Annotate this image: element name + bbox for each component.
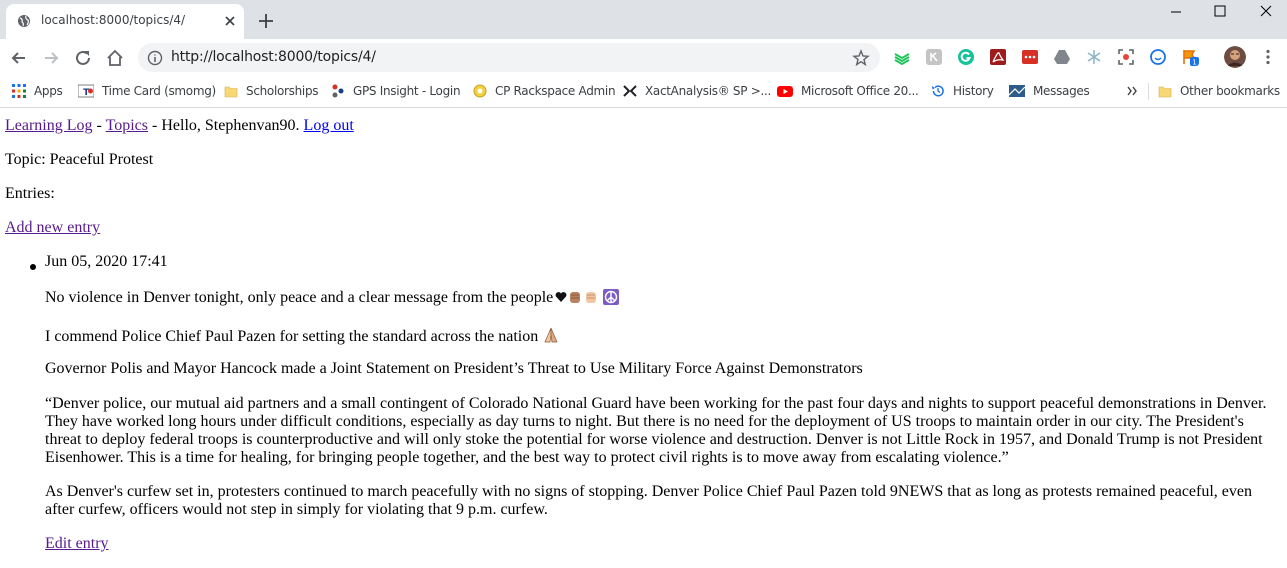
- folder-icon: [224, 86, 238, 98]
- new-tab-icon[interactable]: [257, 12, 275, 30]
- entry-date: Jun 05, 2020 17:41: [45, 253, 168, 270]
- red-extension-icon[interactable]: [1021, 48, 1039, 66]
- bookmark-label: Time Card (smomg): [102, 84, 216, 98]
- browser-toolbar: http://localhost:8000/topics/4/ 1: [0, 39, 1287, 76]
- bookmark-label: XactAnalysis® SP >...: [645, 84, 771, 98]
- paragraph-line: Eisenhower. This is a time for healing, …: [45, 449, 1009, 466]
- tab-title: localhost:8000/topics/4/: [41, 13, 186, 27]
- logout-link[interactable]: Log out: [304, 117, 354, 134]
- close-window-icon[interactable]: [1256, 4, 1276, 20]
- bookmark-other-bookmarks[interactable]: Other bookmarks: [1158, 82, 1280, 100]
- entry-paragraph-1: No violence in Denver tonight, only peac…: [45, 289, 1270, 307]
- address-bar[interactable]: http://localhost:8000/topics/4/: [138, 43, 880, 72]
- reload-icon[interactable]: [73, 48, 93, 68]
- topic-title: Topic: Peaceful Protest: [5, 151, 154, 168]
- bookmark-gps-insight[interactable]: GPS Insight - Login: [331, 82, 461, 100]
- topics-link[interactable]: Topics: [106, 117, 148, 134]
- entry-text: No violence in Denver tonight, only peac…: [45, 289, 554, 306]
- browser-tab[interactable]: localhost:8000/topics/4/: [6, 4, 244, 39]
- nav-separator: -: [92, 117, 106, 134]
- bookmark-label: GPS Insight - Login: [353, 84, 461, 98]
- stack-extension-icon[interactable]: [893, 48, 911, 66]
- page-content: Learning Log - Topics - Hello, Stephenva…: [0, 108, 1287, 568]
- list-bullet: [30, 264, 36, 270]
- close-tab-icon[interactable]: [222, 13, 238, 29]
- add-new-entry-link[interactable]: Add new entry: [5, 219, 100, 236]
- paragraph-line: threat to deploy federal troops is count…: [45, 431, 1263, 448]
- flag-notification-icon[interactable]: 1: [1181, 48, 1199, 66]
- bookmark-scholorships[interactable]: Scholorships: [224, 82, 319, 100]
- kebab-menu-icon[interactable]: [1259, 48, 1277, 66]
- back-arrow-icon[interactable]: [9, 48, 29, 68]
- tab-strip: localhost:8000/topics/4/: [0, 0, 1287, 39]
- entry-curfew-paragraph: As Denver's curfew set in, protesters co…: [45, 483, 1270, 519]
- forward-arrow-icon[interactable]: [41, 48, 61, 68]
- drive-icon[interactable]: [1053, 48, 1071, 66]
- bookmark-label: Apps: [34, 84, 63, 98]
- bookmark-time-card[interactable]: T Time Card (smomg): [78, 82, 216, 100]
- entry-text: I commend Police Chief Paul Pazen for se…: [45, 328, 539, 345]
- gps-insight-icon: [332, 84, 344, 98]
- url-text[interactable]: http://localhost:8000/topics/4/: [171, 49, 376, 65]
- paragraph-line: As Denver's curfew set in, protesters co…: [45, 483, 1253, 500]
- grey-extension-icon[interactable]: [925, 48, 943, 66]
- minimize-icon[interactable]: [1166, 4, 1186, 20]
- raised-fist-icon: [586, 292, 597, 303]
- timecard-icon: T: [78, 84, 94, 98]
- entry-paragraph-2: I commend Police Chief Paul Pazen for se…: [45, 326, 1270, 346]
- bookmark-label: Microsoft Office 20...: [801, 84, 919, 98]
- info-icon[interactable]: [147, 50, 163, 66]
- maximize-icon[interactable]: [1210, 4, 1230, 20]
- paragraph-line: after curfew, officers would not step in…: [45, 501, 548, 518]
- svg-text:1: 1: [1192, 59, 1196, 67]
- screenshot-icon[interactable]: [1117, 48, 1135, 66]
- bookmark-label: Other bookmarks: [1180, 84, 1280, 98]
- chat-extension-icon[interactable]: [1149, 48, 1167, 66]
- bookmark-label: CP Rackspace Admin: [495, 84, 616, 98]
- folder-icon: [1158, 86, 1172, 98]
- edit-entry-link[interactable]: Edit entry: [45, 535, 109, 552]
- bookmark-label: Messages: [1033, 84, 1090, 98]
- pdf-icon[interactable]: [989, 48, 1007, 66]
- entry-paragraph-3: Governor Polis and Mayor Hancock made a …: [45, 360, 863, 377]
- learning-log-link[interactable]: Learning Log: [5, 117, 93, 134]
- paragraph-line: “Denver police, our mutual aid partners …: [45, 395, 1267, 412]
- peace-symbol-icon: [603, 289, 620, 305]
- avatar[interactable]: [1224, 46, 1246, 68]
- history-icon: [932, 85, 944, 97]
- bookmark-apps[interactable]: Apps: [12, 82, 63, 100]
- bookmarks-bar: Apps T Time Card (smomg) Scholorships GP…: [0, 76, 1287, 108]
- bookmark-label: History: [953, 84, 994, 98]
- globe-icon: [18, 15, 30, 27]
- black-heart-icon: [555, 292, 567, 302]
- snowflake-icon[interactable]: [1085, 48, 1103, 66]
- bookmark-divider: [1148, 83, 1149, 100]
- entry-quote-paragraph: “Denver police, our mutual aid partners …: [45, 395, 1270, 467]
- apps-grid-icon: [12, 84, 26, 98]
- site-nav: Learning Log - Topics - Hello, Stephenva…: [5, 117, 354, 135]
- grammarly-icon[interactable]: [957, 48, 975, 66]
- rackspace-icon: [473, 84, 487, 98]
- bookmark-microsoft-office[interactable]: Microsoft Office 20...: [777, 82, 919, 100]
- paragraph-line: They have worked long hours under diffic…: [45, 413, 1244, 430]
- entries-heading: Entries:: [5, 185, 55, 202]
- bookmark-label: Scholorships: [246, 84, 319, 98]
- bookmark-star-icon[interactable]: [852, 49, 870, 67]
- bookmark-messages[interactable]: Messages: [1009, 82, 1090, 100]
- raised-fist-icon: [570, 292, 581, 303]
- messages-icon: [1009, 85, 1025, 97]
- bookmark-rackspace[interactable]: CP Rackspace Admin: [473, 82, 616, 100]
- bookmark-history[interactable]: History: [931, 82, 994, 100]
- chevron-right-double-icon[interactable]: [1126, 82, 1138, 100]
- home-icon[interactable]: [105, 48, 125, 68]
- bookmark-xactanalysis[interactable]: XactAnalysis® SP >...: [623, 82, 771, 100]
- greeting-text: - Hello, Stephenvan90.: [148, 117, 304, 134]
- xact-icon: [623, 85, 637, 97]
- youtube-icon: [777, 86, 793, 97]
- praying-hands-icon: [544, 327, 558, 343]
